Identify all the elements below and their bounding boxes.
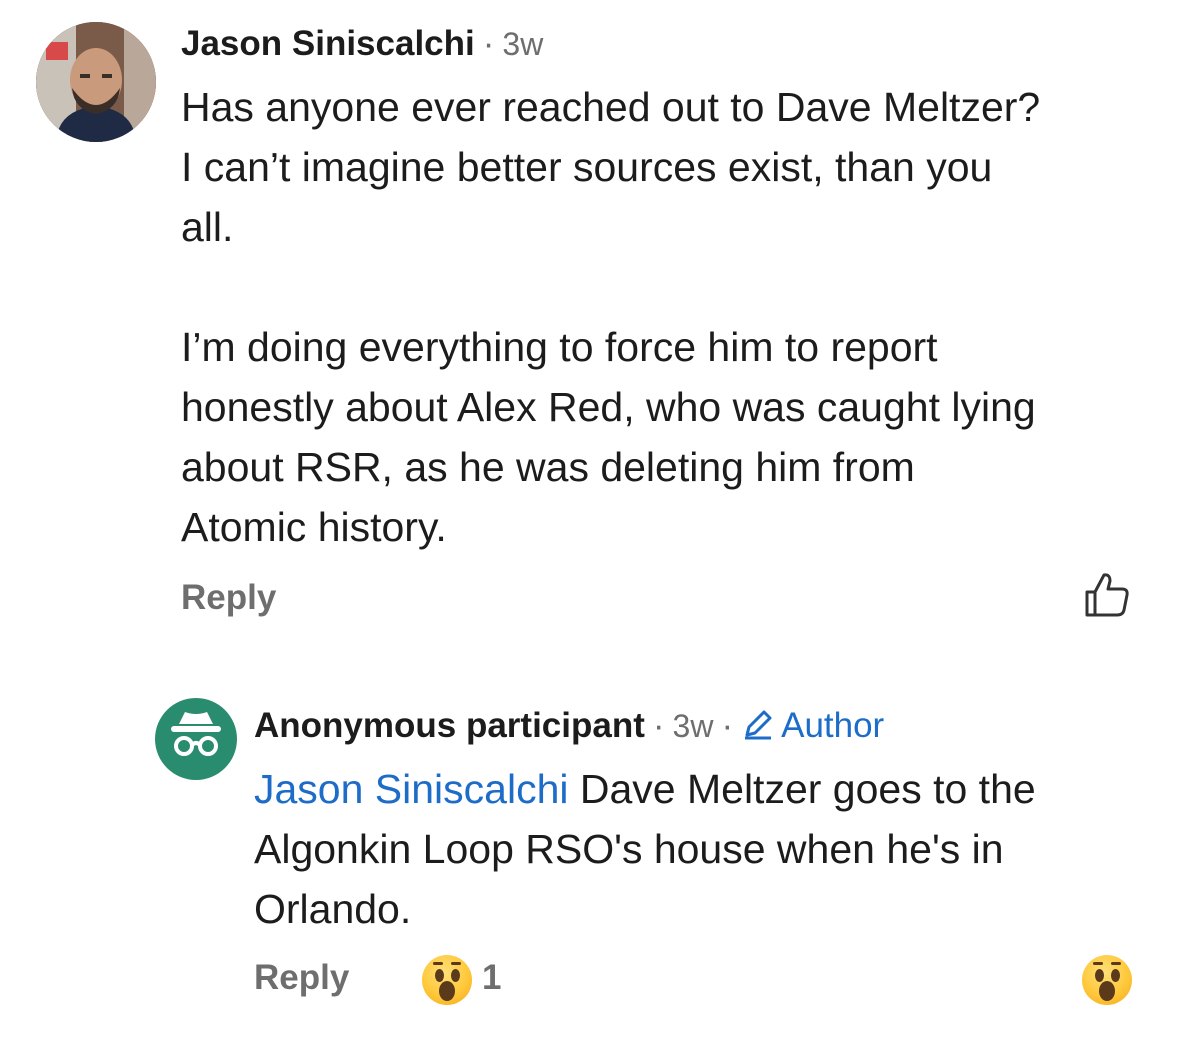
comment-text: Jason Siniscalchi Dave Meltzer goes to t…: [254, 759, 1154, 939]
author-name[interactable]: Jason Siniscalchi: [181, 24, 475, 63]
thumbs-up-icon: [1085, 573, 1129, 617]
mention-link[interactable]: Jason Siniscalchi: [254, 766, 569, 812]
incognito-icon: [171, 712, 221, 756]
author-badge: Author: [741, 706, 884, 745]
react-button[interactable]: [1082, 955, 1132, 1005]
author-badge-label: Author: [781, 706, 885, 745]
pencil-icon: [745, 710, 772, 740]
comment-text: Has anyone ever reached out to Dave Melt…: [181, 84, 1041, 550]
astonished-face-emoji[interactable]: [422, 955, 472, 1005]
reply-button[interactable]: Reply: [254, 958, 349, 998]
timestamp: 3w: [502, 26, 544, 62]
timestamp: 3w: [672, 708, 714, 744]
avatar[interactable]: [155, 698, 237, 780]
separator: ·: [482, 24, 495, 63]
avatar[interactable]: [36, 22, 156, 142]
comment: Jason Siniscalchi · 3w Has anyone ever rea…: [0, 0, 1179, 640]
user-photo-icon: [36, 22, 156, 142]
reaction-count: 1: [482, 958, 502, 997]
comment-meta: Jason Siniscalchi · 3w: [181, 24, 543, 64]
like-button[interactable]: [1082, 570, 1132, 625]
separator: ·: [652, 706, 665, 745]
comment-meta: Anonymous participant · 3w · Author: [254, 706, 884, 746]
author-name[interactable]: Anonymous participant: [254, 706, 645, 745]
separator: ·: [721, 706, 734, 745]
reply-button[interactable]: Reply: [181, 578, 276, 618]
